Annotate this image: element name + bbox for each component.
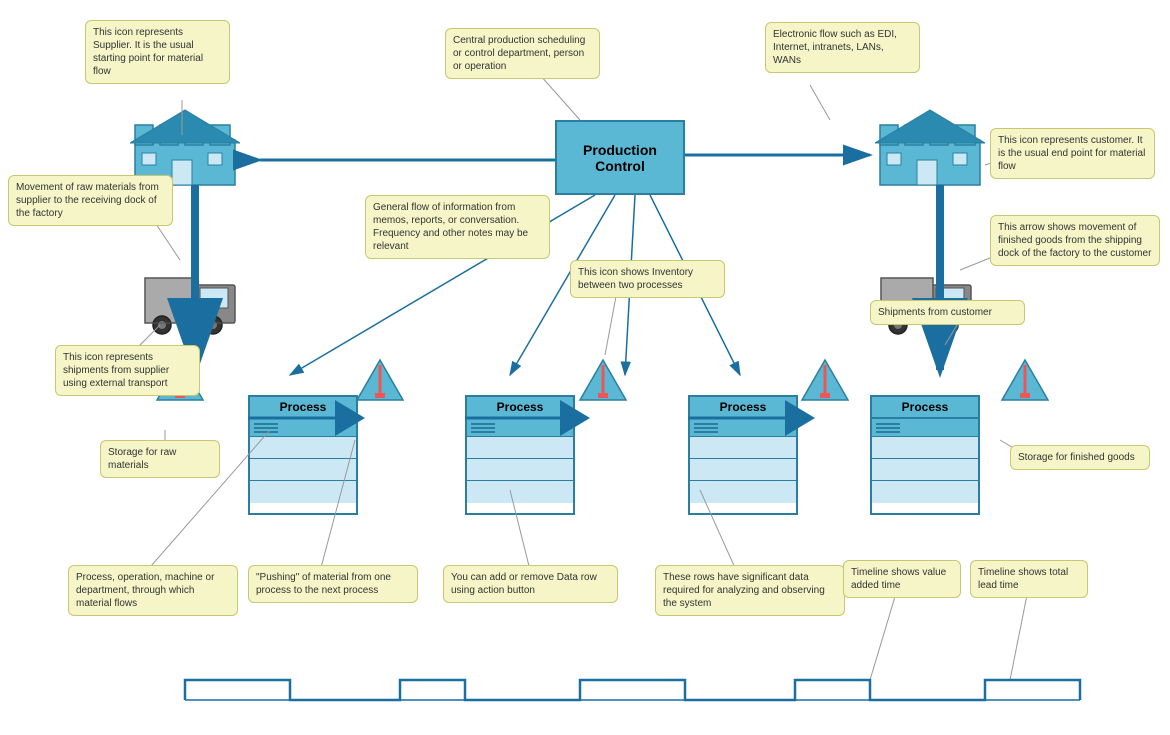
callout-timeline-lead: Timeline shows total lead time xyxy=(970,560,1088,598)
callout-finished-movement: This arrow shows movement of finished go… xyxy=(990,215,1160,266)
callout-prod-control-desc: Central production scheduling or control… xyxy=(445,28,600,79)
process-label-4: Process xyxy=(872,397,978,419)
process-box-4: Process xyxy=(870,395,980,515)
callout-storage-raw: Storage for raw materials xyxy=(100,440,220,478)
callout-customer-desc: This icon represents customer. It is the… xyxy=(990,128,1155,179)
process-label-1: Process xyxy=(250,397,356,419)
inventory-triangle-3 xyxy=(800,355,850,408)
callout-info-flow: General flow of information from memos, … xyxy=(365,195,550,259)
production-control-box: Production Control xyxy=(555,120,685,195)
main-canvas: { "callouts": { "supplier_desc": "This i… xyxy=(0,0,1170,735)
callout-shipments-customer: Shipments from customer xyxy=(870,300,1025,325)
production-control-label: Production Control xyxy=(583,142,657,174)
callout-inventory-desc: This icon shows Inventory between two pr… xyxy=(570,260,725,298)
callout-raw-movement: Movement of raw materials from supplier … xyxy=(8,175,173,226)
process-label-2: Process xyxy=(467,397,573,419)
process-label-3: Process xyxy=(690,397,796,419)
callout-timeline-value: Timeline shows value added time xyxy=(843,560,961,598)
callout-process-desc: Process, operation, machine or departmen… xyxy=(68,565,238,616)
callout-significant-rows: These rows have significant data require… xyxy=(655,565,845,616)
customer-factory xyxy=(875,105,985,190)
callout-supplier-desc: This icon represents Supplier. It is the… xyxy=(85,20,230,84)
inventory-triangle-right xyxy=(1000,355,1050,408)
callout-data-row-desc: You can add or remove Data row using act… xyxy=(443,565,618,603)
process-box-3: Process xyxy=(688,395,798,515)
callout-electronic-flow: Electronic flow such as EDI, Internet, i… xyxy=(765,22,920,73)
process-box-1: Process xyxy=(248,395,358,515)
callout-pushing-desc: "Pushing" of material from one process t… xyxy=(248,565,418,603)
callout-storage-finished: Storage for finished goods xyxy=(1010,445,1150,470)
inventory-triangle-2 xyxy=(578,355,628,408)
callout-supplier-transport: This icon represents shipments from supp… xyxy=(55,345,200,396)
inventory-triangle-1 xyxy=(355,355,405,408)
supplier-truck xyxy=(140,270,240,338)
process-box-2: Process xyxy=(465,395,575,515)
